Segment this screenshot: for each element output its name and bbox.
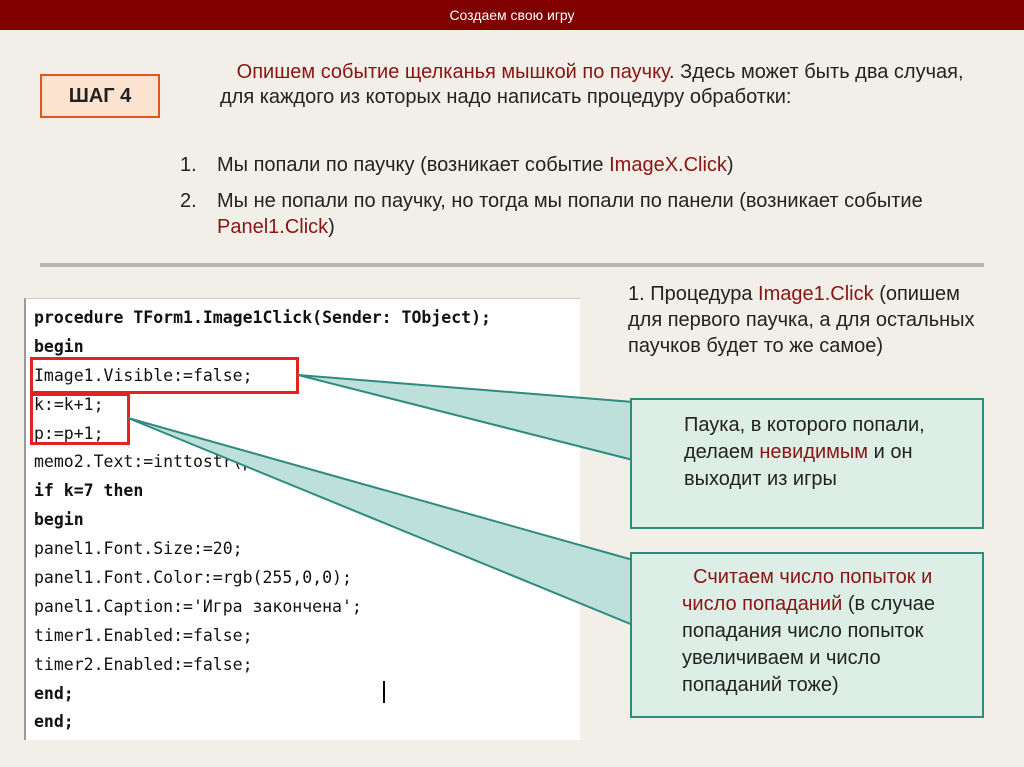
- callout-highlight: невидимым: [759, 441, 869, 463]
- procedure-prefix: 1. Процедура: [628, 283, 759, 305]
- callout-pointer-2: [127, 417, 634, 626]
- callout-pointer-1: [297, 374, 634, 461]
- procedure-note: 1. Процедура Image1.Click (опишем для пе…: [628, 281, 988, 359]
- callout-invisible-text: Паука, в которого попали, делаем невидим…: [684, 412, 962, 493]
- callout-invisible: Паука, в которого попали, делаем невидим…: [630, 398, 984, 529]
- procedure-name: Image1.Click: [758, 283, 874, 305]
- callout-counters: Считаем число попыток и число попаданий …: [630, 552, 984, 718]
- callout-counters-text: Считаем число попыток и число попаданий …: [682, 564, 962, 699]
